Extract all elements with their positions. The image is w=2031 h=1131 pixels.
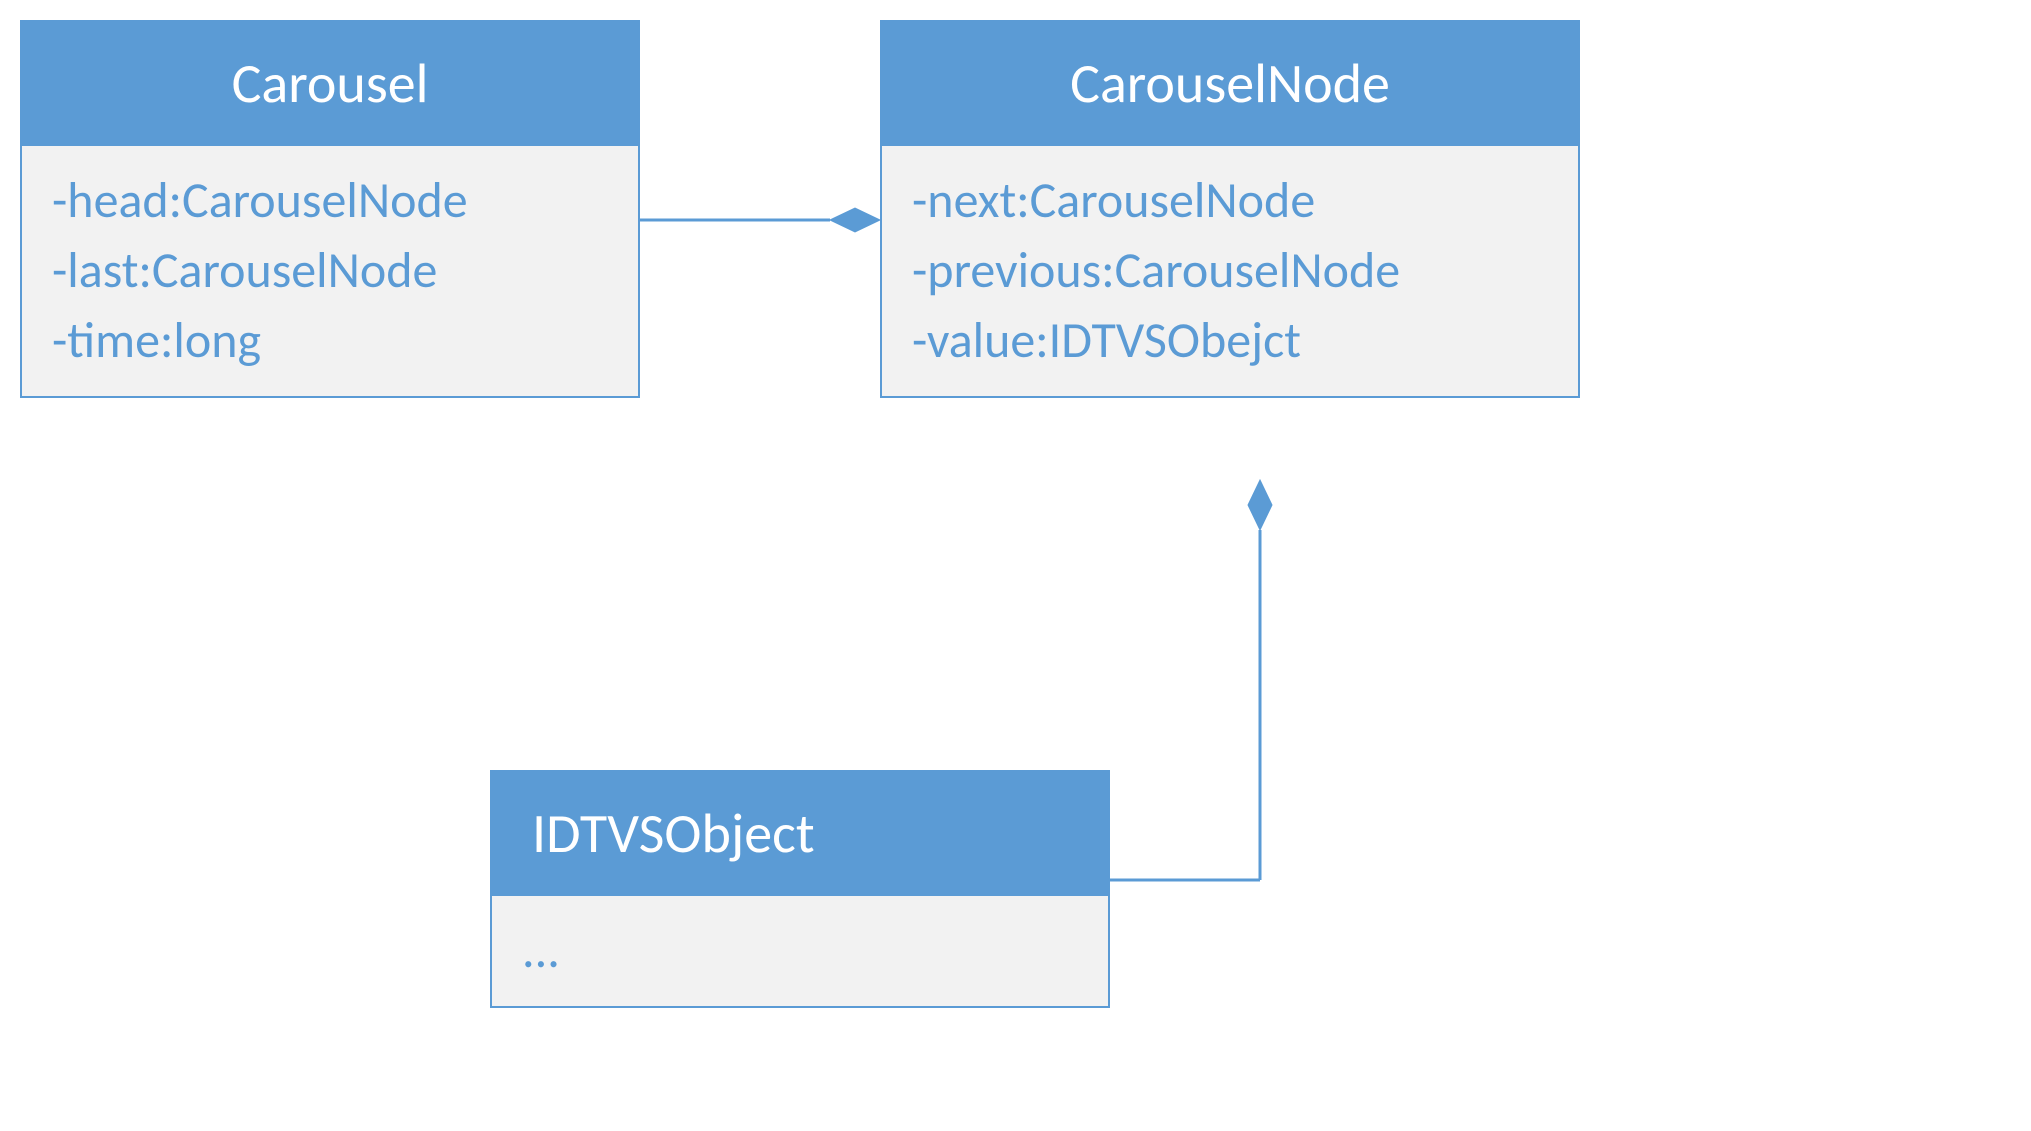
class-carouselnode-attr-2: -value:IDTVSObejct [912,306,1548,376]
class-carousel-title: Carousel [232,50,429,118]
class-carouselnode: CarouselNode -next:CarouselNode -previou… [880,20,1580,398]
class-carouselnode-title: CarouselNode [1070,50,1390,118]
connector-carousel-to-carouselnode [640,190,880,250]
class-carousel: Carousel -head:CarouselNode -last:Carous… [20,20,640,398]
class-idtvsobject-title: IDTVSObject [532,800,815,868]
class-carousel-attr-2: -time:long [52,306,608,376]
class-carouselnode-attr-1: -previous:CarouselNode [912,236,1548,306]
class-idtvsobject: IDTVSObject ... [490,770,1110,1008]
class-carousel-attr-1: -last:CarouselNode [52,236,608,306]
connector-carouselnode-to-idtvsobject [1110,480,1310,930]
class-carouselnode-body: -next:CarouselNode -previous:CarouselNod… [882,146,1578,396]
class-carousel-attr-0: -head:CarouselNode [52,166,608,236]
class-idtvsobject-body: ... [492,896,1108,1006]
class-carousel-header: Carousel [22,22,638,146]
class-carouselnode-header: CarouselNode [882,22,1578,146]
class-idtvsobject-attr-0: ... [522,916,1078,986]
class-carouselnode-attr-0: -next:CarouselNode [912,166,1548,236]
class-carousel-body: -head:CarouselNode -last:CarouselNode -t… [22,146,638,396]
class-idtvsobject-header: IDTVSObject [492,772,1108,896]
